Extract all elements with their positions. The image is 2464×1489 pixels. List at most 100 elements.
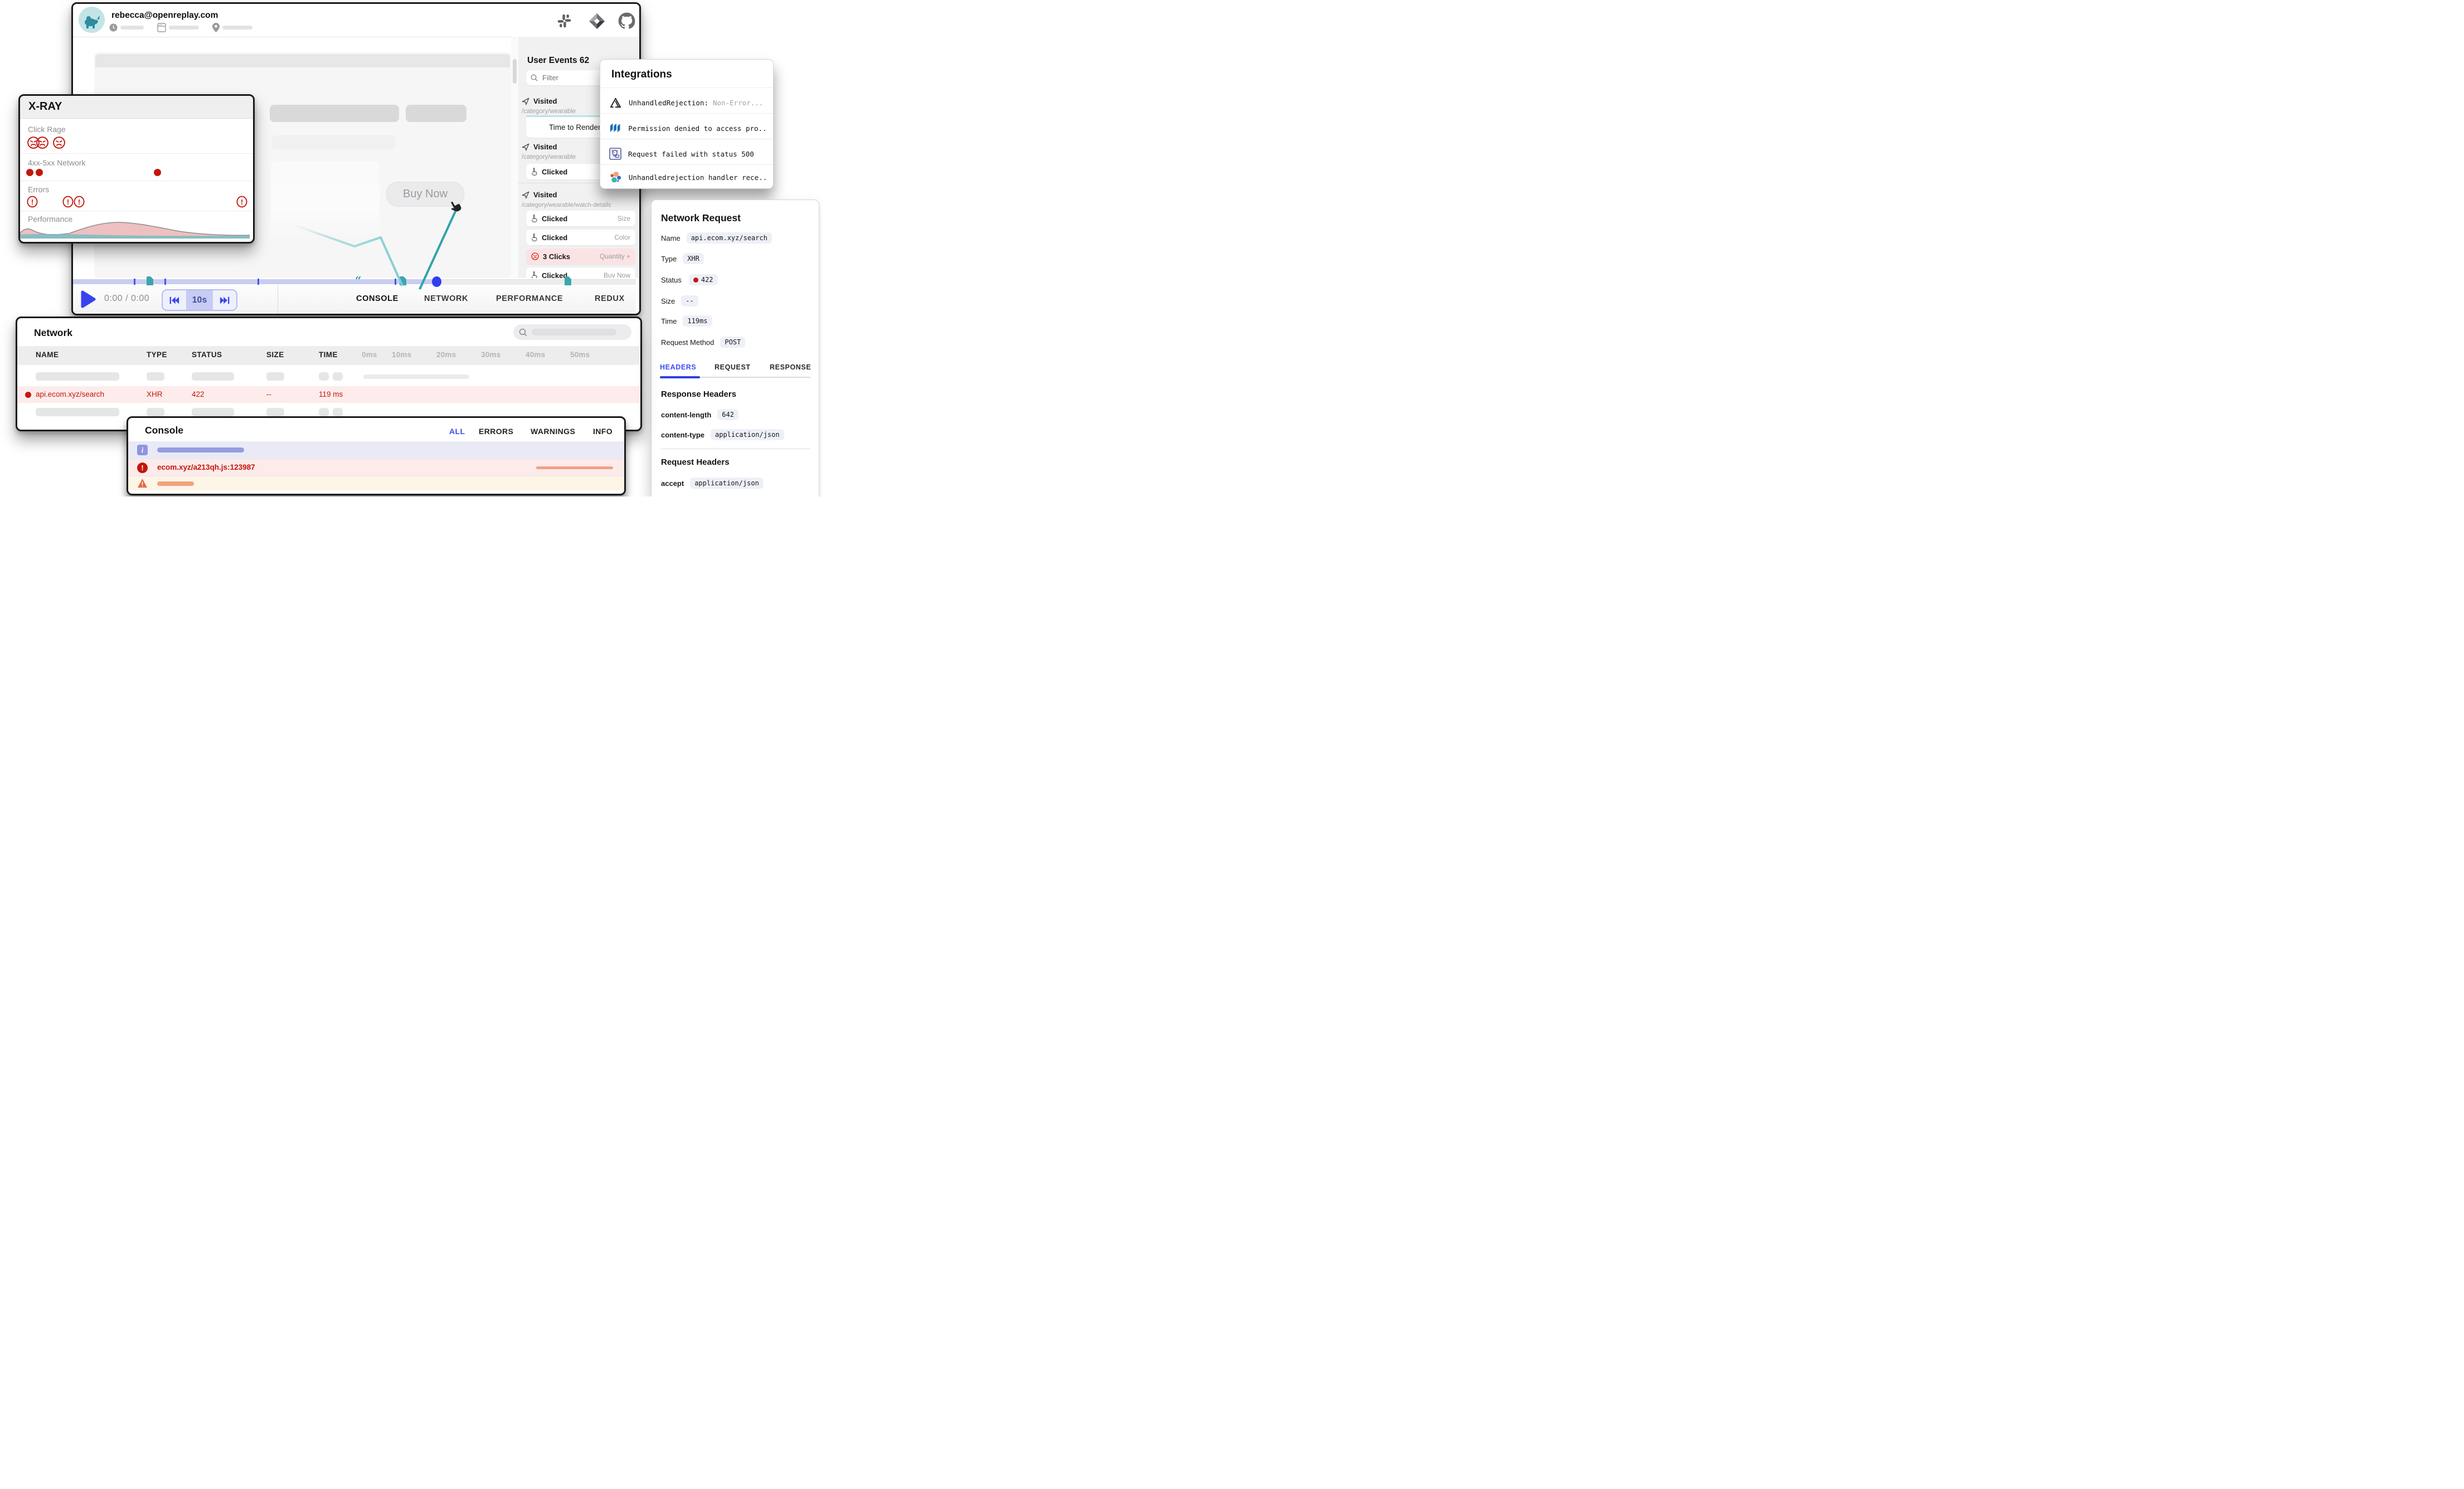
network-error-dot[interactable]: [154, 169, 161, 176]
mock-title-skeleton: [406, 105, 466, 122]
event-clicked-size[interactable]: Clicked Size: [526, 211, 635, 226]
network-row-error[interactable]: api.ecom.xyz/search XHR 422 -- 119 ms: [17, 386, 640, 403]
console-row-info[interactable]: i: [128, 441, 624, 459]
error-icon[interactable]: !: [74, 196, 85, 208]
tab-network[interactable]: NETWORK: [424, 294, 468, 303]
network-error-dot[interactable]: [26, 169, 33, 176]
mock-image-skeleton: [271, 161, 380, 242]
console-row-warning[interactable]: [128, 476, 624, 490]
integration-item-bugsnag[interactable]: Permission denied to access pro...: [609, 118, 766, 139]
timeline-event-tick[interactable]: [395, 279, 396, 285]
header-row-content-length: content-length 642: [661, 409, 738, 420]
integration-item-sentry[interactable]: UnhandledRejection: Non-Error...: [609, 92, 766, 113]
clock-icon: [109, 23, 118, 32]
slack-button[interactable]: [557, 13, 572, 28]
xray-network-label: 4xx-5xx Network: [28, 158, 85, 167]
xray-errors-label: Errors: [28, 185, 49, 194]
playhead[interactable]: [432, 276, 441, 287]
field-name: Name api.ecom.xyz/search: [661, 232, 772, 244]
integration-item-elastic[interactable]: Unhandledrejection handler rece..: [609, 169, 766, 186]
jira-button[interactable]: [589, 13, 605, 30]
datadog-icon: [609, 148, 621, 160]
hand-click-icon: [531, 215, 538, 222]
meta-skeleton: [120, 26, 144, 30]
warning-icon: [137, 478, 148, 488]
performance-area-chart: [20, 218, 250, 239]
event-path: /category/wearable: [522, 108, 576, 115]
timeline-event-tick[interactable]: [164, 279, 166, 285]
github-icon: [618, 12, 635, 30]
integration-item-datadog[interactable]: Request failed with status 500: [609, 143, 766, 164]
xray-window: X-RAY Click Rage 4xx-5xx Network Errors …: [18, 94, 255, 244]
click-target: Buy Now: [604, 271, 630, 278]
timeline-remaining: [436, 279, 636, 285]
field-size: Size --: [661, 295, 698, 306]
avatar: [79, 7, 105, 33]
timeline-quote-marker[interactable]: “: [355, 275, 362, 286]
console-tab-errors[interactable]: ERRORS: [479, 427, 513, 436]
request-tab-response[interactable]: RESPONSE: [770, 363, 811, 371]
request-headers-heading: Request Headers: [661, 458, 730, 467]
skip-forward-button[interactable]: [213, 290, 236, 310]
console-tab-all[interactable]: ALL: [449, 427, 465, 436]
request-tab-headers[interactable]: HEADERS: [660, 363, 696, 371]
xray-header: X-RAY: [20, 96, 253, 119]
navigate-icon: [522, 143, 529, 151]
network-row-skeleton[interactable]: [17, 369, 640, 384]
console-tab-info[interactable]: INFO: [593, 427, 613, 436]
tab-redux[interactable]: REDUX: [595, 294, 625, 303]
error-detail-skeleton: [536, 466, 613, 469]
event-visited[interactable]: Visited: [522, 143, 557, 151]
play-button[interactable]: [80, 290, 96, 309]
event-visited[interactable]: Visited: [522, 191, 557, 199]
click-target: Quantity +: [600, 252, 630, 260]
session-meta-row: [109, 22, 252, 32]
bugsnag-icon: [609, 123, 621, 134]
click-target: Size: [618, 215, 630, 222]
event-clicked-color[interactable]: Clicked Color: [526, 230, 635, 245]
skip-interval-label[interactable]: 10s: [186, 290, 213, 310]
network-title: Network: [34, 327, 72, 339]
svg-text:!: !: [241, 198, 243, 206]
error-icon[interactable]: !: [27, 196, 38, 208]
event-clicked-buy-now[interactable]: Clicked Buy Now: [526, 267, 635, 278]
hand-click-icon: [531, 168, 538, 176]
event-visited[interactable]: Visited: [522, 97, 557, 105]
timeline-event-tick[interactable]: [257, 279, 259, 285]
network-search-input[interactable]: [513, 324, 631, 340]
console-row-error[interactable]: ! ecom.xyz/a213qh.js:123987: [128, 459, 624, 476]
console-error-text: ecom.xyz/a213qh.js:123987: [157, 463, 255, 471]
mock-title-skeleton: [270, 105, 399, 122]
event-rage-clicks[interactable]: 3 Clicks Quantity +: [526, 249, 635, 264]
timeline-event-tick[interactable]: [134, 279, 135, 285]
col-status: STATUS: [192, 351, 222, 359]
search-icon: [519, 328, 527, 337]
xray-title: X-RAY: [28, 100, 62, 113]
skip-back-button[interactable]: [163, 290, 186, 310]
player-timeline[interactable]: “: [73, 278, 636, 285]
skip-control-group: 10s: [162, 289, 237, 311]
col-time: TIME: [319, 351, 338, 359]
error-icon[interactable]: !: [236, 196, 247, 208]
github-button[interactable]: [618, 12, 635, 30]
tab-performance[interactable]: PERFORMANCE: [496, 294, 563, 303]
network-error-dot[interactable]: [36, 169, 43, 176]
error-icon[interactable]: !: [62, 196, 74, 208]
hand-click-icon: [531, 271, 538, 278]
cell-status: 422: [192, 390, 205, 398]
field-time: Time 119ms: [661, 315, 712, 327]
events-scrollbar[interactable]: [511, 37, 518, 278]
waterfall-bar: [363, 374, 469, 379]
event-path: /category/wearable/watch-details: [522, 202, 611, 208]
request-tab-request[interactable]: REQUEST: [715, 363, 751, 371]
click-target: Color: [614, 233, 630, 241]
svg-text:!: !: [67, 198, 69, 206]
rage-face-icon[interactable]: [36, 136, 49, 149]
rage-face-icon[interactable]: [52, 136, 66, 149]
col-type: TYPE: [147, 351, 167, 359]
play-icon: [80, 290, 96, 309]
console-tab-warnings[interactable]: WARNINGS: [531, 427, 575, 436]
user-events-title: User Events 62: [527, 56, 589, 66]
scrollbar-thumb[interactable]: [513, 59, 517, 84]
tab-console[interactable]: CONSOLE: [356, 294, 398, 303]
